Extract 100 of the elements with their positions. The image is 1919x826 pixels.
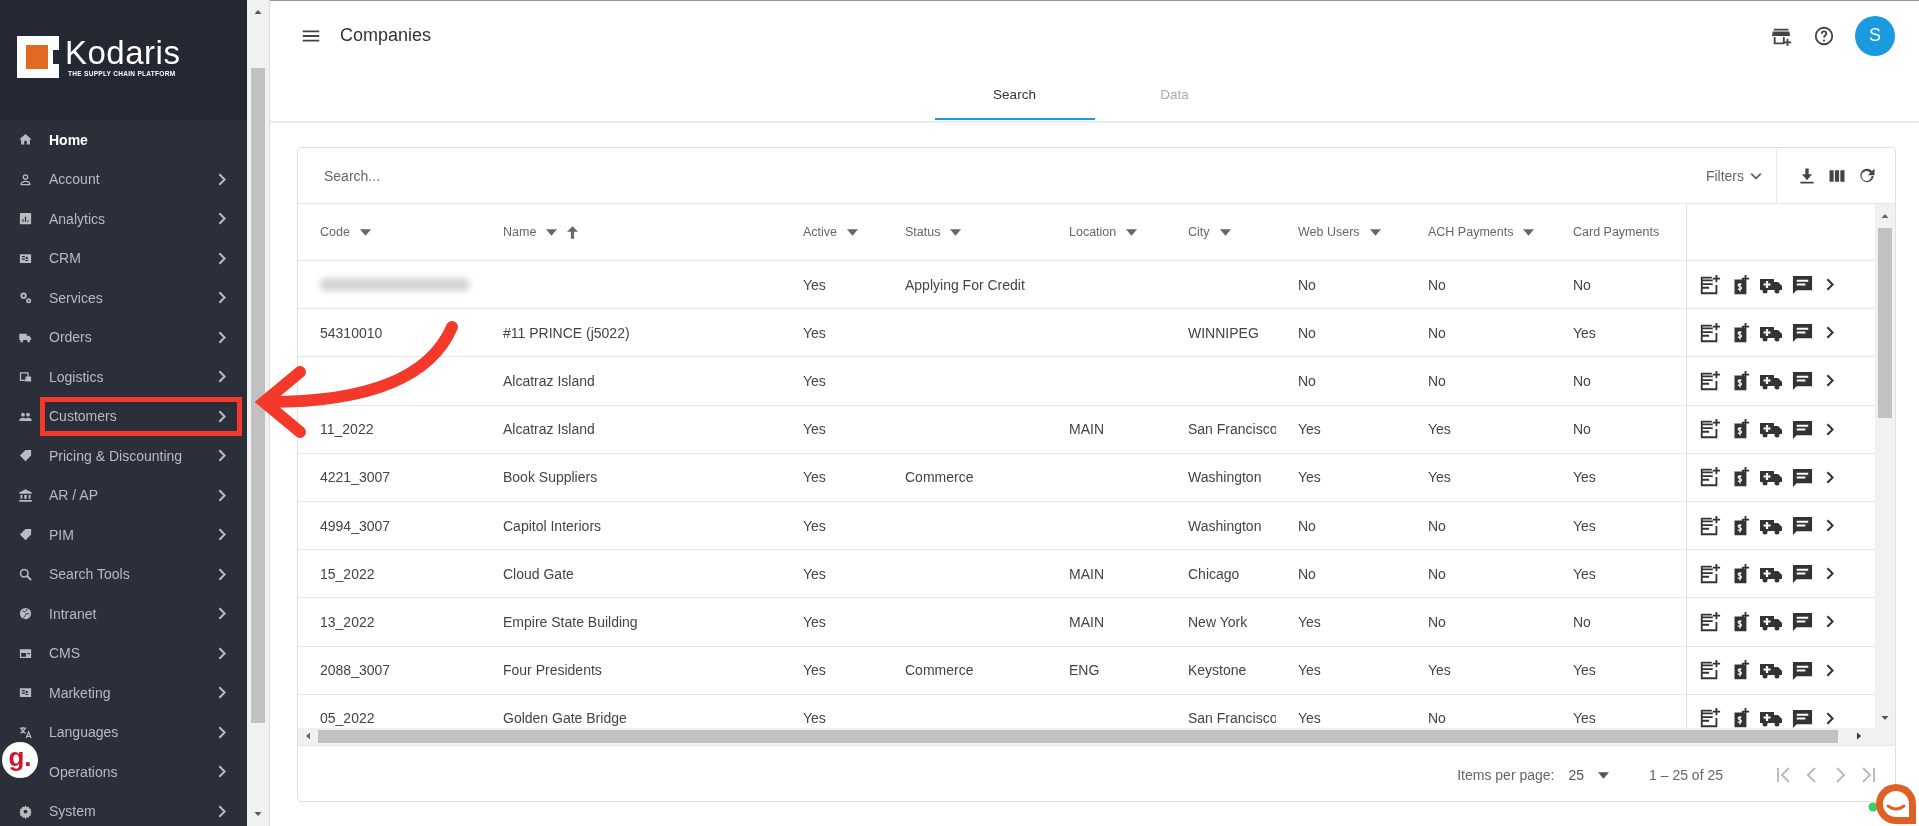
search-field[interactable]: Search... (322, 166, 1026, 185)
sidebar-item[interactable]: Customers (40, 396, 242, 436)
note-add-icon[interactable] (1699, 466, 1721, 489)
sidebar-item[interactable]: Languages (40, 712, 242, 752)
chevron-right-icon[interactable] (1826, 326, 1834, 340)
sort-up-icon[interactable] (567, 225, 579, 239)
table-row[interactable]: Alcatraz Island Yes No No No (298, 356, 1875, 405)
note-add-icon[interactable] (1699, 273, 1721, 296)
note-add-icon[interactable] (1699, 321, 1721, 344)
filters-button[interactable]: Filters (1691, 148, 1777, 203)
table-cell: No (1428, 372, 1446, 389)
chevron-right-icon[interactable] (1826, 374, 1834, 388)
note-add-icon[interactable] (1699, 418, 1721, 441)
table-cell: Yes (1428, 662, 1451, 679)
table-cell: Yes (1428, 421, 1451, 438)
table-row[interactable]: 2088_3007 Four Presidents Yes Commerce ENG Keystone Yes Yes Yes (298, 645, 1875, 694)
chevron-down-icon (1750, 171, 1762, 180)
table-row[interactable]: 54310010 #11 PRINCE (j5022) Yes WINNIPEG No No Yes (298, 308, 1875, 357)
table-cell: Yes (1573, 324, 1596, 341)
sidebar-item[interactable]: Pricing & Discounting (40, 436, 242, 476)
sidebar-item[interactable]: Account (40, 159, 242, 199)
table-row[interactable]: 15_2022 Cloud Gate Yes MAIN Chicago No No Yes (298, 549, 1875, 598)
chevron-right-icon[interactable] (1826, 422, 1834, 436)
table-cell: Yes (1298, 613, 1321, 630)
chevron-right-icon (218, 804, 226, 818)
chart-icon (18, 211, 33, 227)
table-cell: 13_2022 (320, 613, 375, 630)
sidebar-item[interactable]: Search Tools (40, 554, 242, 594)
note-add-icon[interactable] (1699, 610, 1721, 633)
chevron-right-icon (218, 686, 226, 700)
chevron-right-icon[interactable] (1826, 663, 1834, 677)
caret-down-icon[interactable] (1523, 228, 1535, 236)
caret-down-icon[interactable] (1369, 228, 1381, 236)
chevron-right-icon (218, 449, 226, 463)
caret-down-icon[interactable] (1126, 228, 1138, 236)
caret-down-icon[interactable] (1219, 228, 1231, 236)
scrollbar[interactable] (1875, 204, 1895, 728)
column-header[interactable]: Card Payments (1551, 204, 1686, 260)
table-cell: Yes (803, 469, 826, 486)
table-cell: 4221_3007 (320, 469, 391, 486)
caret-down-icon[interactable] (359, 228, 371, 236)
settings-icon (18, 803, 33, 819)
chevron-right-icon (218, 607, 226, 621)
table-cell: 05_2022 (320, 710, 375, 727)
note-add-icon[interactable] (1699, 369, 1721, 392)
scrollbar[interactable] (298, 728, 1895, 745)
chevron-right-icon[interactable] (1826, 519, 1834, 533)
sidebar-item[interactable]: Services (40, 278, 242, 318)
table-cell: No (1298, 565, 1316, 582)
column-header[interactable]: Status (883, 204, 1047, 260)
note-add-icon[interactable] (1699, 707, 1721, 728)
chat-icon[interactable] (1868, 782, 1918, 826)
caret-down-icon[interactable] (950, 228, 962, 236)
column-header[interactable]: Active (781, 204, 883, 260)
chevron-right-icon[interactable] (1826, 278, 1834, 292)
table-row[interactable]: 13_2022 Empire State Building Yes MAIN New York Yes No No (298, 597, 1875, 646)
sidebar-item[interactable]: CMS (40, 633, 242, 673)
sidebar-item[interactable]: Analytics (40, 199, 242, 239)
table-cell: No (1573, 421, 1591, 438)
sidebar-item[interactable]: CRM (40, 238, 242, 278)
sidebar-item[interactable]: Marketing (40, 673, 242, 713)
sidebar-item[interactable]: Home (40, 120, 242, 160)
table-cell: No (1428, 613, 1446, 630)
caret-down-icon[interactable] (546, 228, 558, 236)
column-header[interactable]: Name (481, 204, 781, 260)
table-row[interactable]: 4221_3007 Book Suppliers Yes Commerce Washington Yes Yes Yes (298, 452, 1875, 501)
note-add-icon[interactable] (1699, 514, 1721, 537)
chevron-right-icon[interactable] (1826, 711, 1834, 725)
column-header[interactable]: Code (298, 204, 481, 260)
sidebar-item[interactable]: AR / AP (40, 475, 242, 515)
page-size-select[interactable]: 25 (1568, 767, 1610, 783)
sidebar-item[interactable]: Logistics (40, 357, 242, 397)
chevron-right-icon[interactable] (1826, 567, 1834, 581)
sidebar-item[interactable]: Orders (40, 317, 242, 357)
tab[interactable]: Search (934, 70, 1095, 120)
table-cell: No (1573, 372, 1591, 389)
sidebar-item[interactable]: Intranet (40, 594, 242, 634)
table-cell: Yes (803, 421, 826, 438)
table-row[interactable]: 11_2022 Alcatraz Island Yes MAIN San Francisco Yes Yes No (298, 404, 1875, 453)
column-header[interactable]: ACH Payments (1406, 204, 1551, 260)
sidebar-item[interactable]: Operations (40, 752, 242, 792)
page-range: 1 – 25 of 25 (1649, 767, 1723, 783)
table-cell: Empire State Building (503, 613, 638, 630)
sidebar-item[interactable]: PIM (40, 515, 242, 555)
chevron-right-icon[interactable] (1826, 470, 1834, 484)
column-header[interactable]: Location (1047, 204, 1166, 260)
note-add-icon[interactable] (1699, 562, 1721, 585)
table-row[interactable]: 4994_3007 Capitol Interiors Yes Washington No No Yes (298, 500, 1875, 550)
sidebar-item[interactable]: System (40, 791, 242, 826)
chevron-right-icon (218, 212, 226, 226)
table-cell: Yes (1298, 710, 1321, 727)
chevron-right-icon[interactable] (1826, 615, 1834, 629)
column-header[interactable]: Web Users (1276, 204, 1406, 260)
table-row[interactable]: Yes Applying For Credit No No No (298, 260, 1875, 309)
caret-down-icon[interactable] (847, 228, 859, 236)
table-cell: No (1428, 276, 1446, 293)
scrollbar[interactable] (247, 0, 270, 826)
help-icon[interactable] (1813, 24, 1835, 47)
note-add-icon[interactable] (1699, 659, 1721, 682)
column-header[interactable]: City (1166, 204, 1276, 260)
